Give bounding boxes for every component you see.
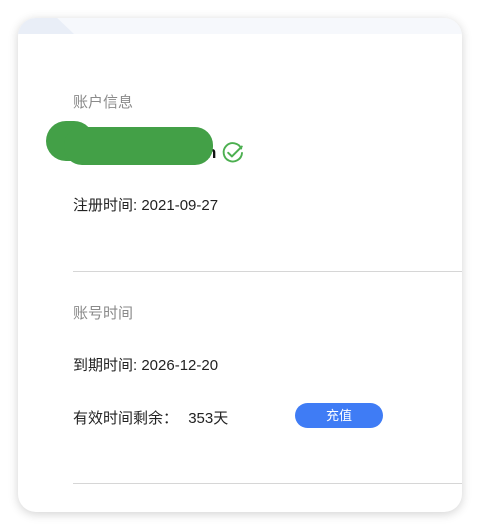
expire-time: 到期时间: 2026-12-20 bbox=[73, 357, 219, 374]
remaining-time-label: 有效时间剩余： bbox=[73, 410, 179, 427]
recharge-button[interactable]: 充值 bbox=[295, 403, 383, 428]
remaining-time-value: 353天 bbox=[188, 410, 229, 427]
redaction-mark bbox=[64, 127, 213, 165]
section-divider bbox=[73, 483, 462, 484]
account-info-title: 账户信息 bbox=[73, 94, 134, 111]
verified-check-icon bbox=[221, 141, 245, 165]
account-time-title: 账号时间 bbox=[73, 305, 134, 322]
section-divider bbox=[73, 271, 462, 272]
remaining-time-row: 有效时间剩余： 353天 bbox=[73, 407, 228, 428]
register-time: 注册时间: 2021-09-27 bbox=[73, 197, 219, 214]
account-panel: 账户信息 n 注册时间: 2021-09-27 账号时间 到期时间: 2026-… bbox=[18, 18, 462, 512]
top-strip bbox=[18, 18, 462, 34]
